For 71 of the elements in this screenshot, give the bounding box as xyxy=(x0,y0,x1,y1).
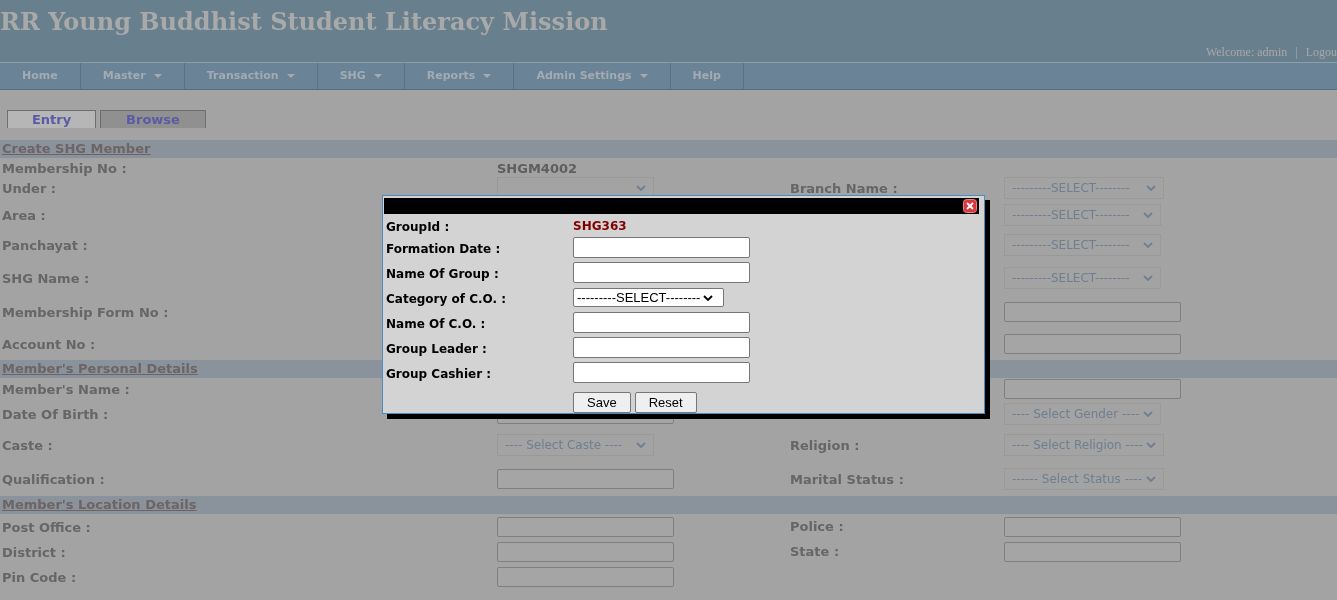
section-title: Member's Personal Details xyxy=(2,360,198,379)
field-label: Account No : xyxy=(2,337,96,352)
field-label: Branch Name : xyxy=(790,181,899,195)
text-input[interactable] xyxy=(573,312,750,333)
text-input[interactable] xyxy=(1004,302,1181,322)
field-label: Post Office : xyxy=(2,519,91,535)
field-label: Caste : xyxy=(2,438,53,453)
chevron-down-icon xyxy=(1143,241,1153,248)
menu-item[interactable]: Master xyxy=(80,63,185,89)
field-label: Panchayat : xyxy=(2,237,88,253)
text-input[interactable] xyxy=(1004,334,1181,354)
field-label: Area : xyxy=(2,207,46,223)
menu-item[interactable]: SHG xyxy=(317,63,405,89)
select-dropdown[interactable]: ---------SELECT-------- xyxy=(573,288,724,307)
text-input[interactable] xyxy=(573,337,750,358)
field-label: Religion : xyxy=(790,438,861,452)
field-label: Pin Code : xyxy=(2,569,77,585)
field-label: GroupId : xyxy=(386,220,450,234)
menu-item[interactable]: Transaction xyxy=(184,63,318,89)
welcome-text: Welcome: admin xyxy=(1205,44,1288,61)
dialog-button[interactable]: Reset xyxy=(634,392,697,413)
chevron-down-icon xyxy=(636,185,646,191)
field-label: Name Of C.O. : xyxy=(386,316,486,331)
menu-item[interactable]: Admin Settings xyxy=(514,63,671,89)
field-label: Membership No : xyxy=(2,160,127,176)
field-label: Qualification : xyxy=(2,472,105,487)
menu-item[interactable]: Help xyxy=(670,63,744,89)
text-input[interactable] xyxy=(573,262,750,283)
text-input[interactable] xyxy=(497,541,674,562)
menu-item[interactable]: Home xyxy=(0,63,81,89)
field-label: Name Of Group : xyxy=(386,266,499,281)
field-label: Category of C.O. : xyxy=(386,291,506,306)
tab[interactable]: Entry xyxy=(7,110,96,128)
field-label: Police : xyxy=(790,520,845,533)
close-icon[interactable] xyxy=(963,199,977,213)
field-label: District : xyxy=(2,544,66,560)
menu-item[interactable]: Reports xyxy=(404,63,515,89)
field-label: Under : xyxy=(2,181,57,196)
field-label: Date Of Birth : xyxy=(2,407,109,422)
group-id-value: SHG363 xyxy=(573,218,627,235)
text-input[interactable] xyxy=(497,516,674,537)
site-title: RR Young Buddhist Student Literacy Mission xyxy=(0,6,609,34)
field-label: Membership Form No : xyxy=(2,305,169,320)
chevron-down-icon xyxy=(703,294,714,301)
chevron-down-icon xyxy=(1146,185,1156,191)
text-input[interactable] xyxy=(573,237,750,258)
chevron-down-icon xyxy=(1143,274,1153,281)
chevron-down-icon xyxy=(1143,211,1153,218)
section-title: Create SHG Member xyxy=(2,140,151,159)
text-input[interactable] xyxy=(497,469,674,489)
chevron-down-icon xyxy=(1146,476,1156,482)
logout-link[interactable]: Logou xyxy=(1305,43,1337,61)
chevron-down-icon xyxy=(1143,411,1153,417)
separator: | xyxy=(1295,44,1298,61)
text-input[interactable] xyxy=(573,362,750,383)
field-label: Formation Date : xyxy=(386,241,501,256)
field-label: SHG Name : xyxy=(2,270,90,286)
membership-number: SHGM4002 xyxy=(497,160,578,176)
field-label: Group Leader : xyxy=(386,341,487,356)
text-input[interactable] xyxy=(1004,541,1181,562)
field-label: Marital Status : xyxy=(790,472,905,486)
field-label: Member's Name : xyxy=(2,382,130,397)
chevron-down-icon xyxy=(636,442,646,448)
text-input[interactable] xyxy=(497,566,674,587)
text-input[interactable] xyxy=(1004,516,1181,537)
chevron-down-icon xyxy=(1146,442,1156,448)
text-input[interactable] xyxy=(1004,379,1181,399)
field-label: Group Cashier : xyxy=(386,366,492,381)
dialog-button[interactable]: Save xyxy=(573,392,631,413)
field-label: State : xyxy=(790,545,841,558)
section-title: Member's Location Details xyxy=(2,496,197,515)
